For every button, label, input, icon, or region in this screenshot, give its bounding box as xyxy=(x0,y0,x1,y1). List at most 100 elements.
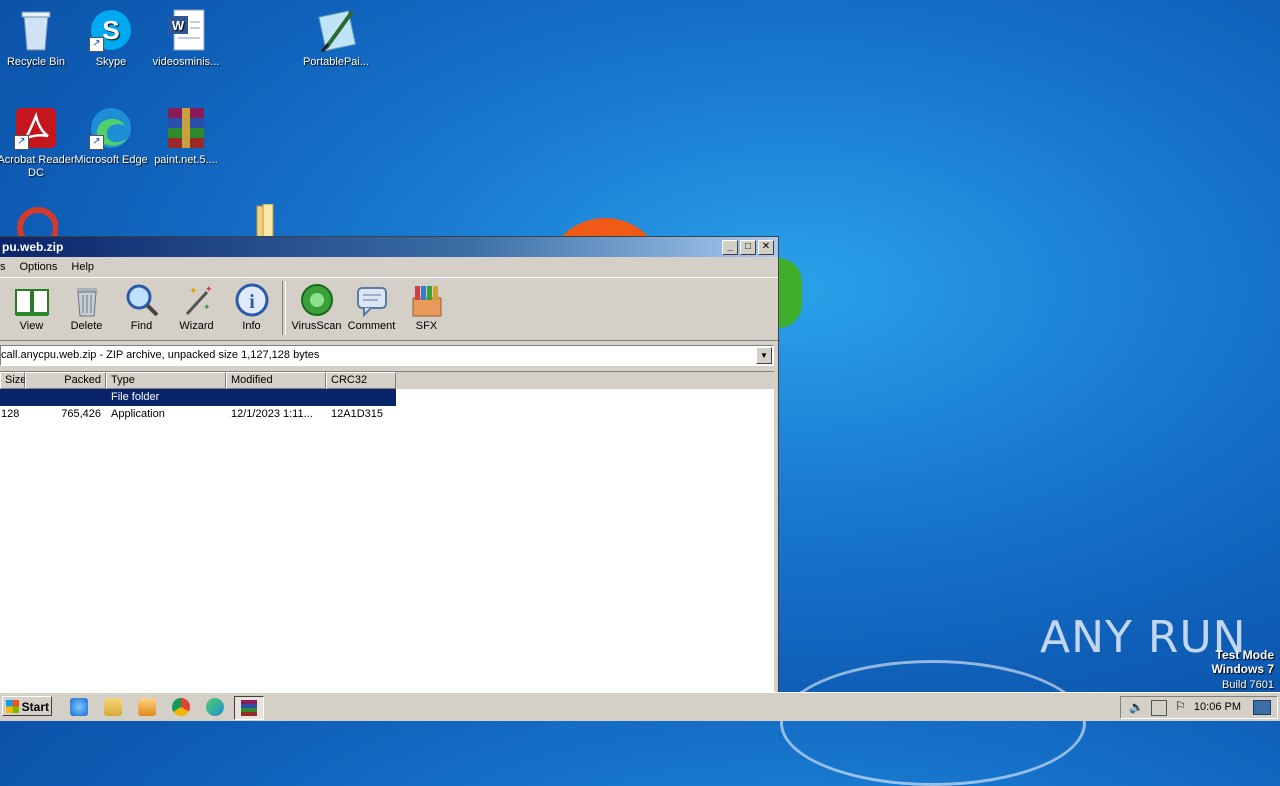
desktop-icon-word-doc[interactable]: W videosminis... xyxy=(147,8,225,69)
table-row[interactable]: File folder xyxy=(0,389,396,406)
file-list: Size Packed Type Modified CRC32 File fol… xyxy=(0,371,774,692)
windows-version-text: Windows 7 xyxy=(1211,662,1274,676)
sfx-button[interactable]: SFX xyxy=(399,278,454,332)
menu-item-help[interactable]: Help xyxy=(71,257,94,277)
wizard-button[interactable]: ✦ ✦ ✦ Wizard xyxy=(169,278,224,332)
system-tray: 🔈 ⚐ 10:06 PM xyxy=(1120,696,1278,719)
toolbar: View Delete Find ✦ ✦ ✦ Wizard i Info Vir… xyxy=(0,277,778,341)
cell-type: Application xyxy=(111,408,165,420)
archive-path-text: call.anycpu.web.zip - ZIP archive, unpac… xyxy=(1,349,320,361)
svg-text:✦: ✦ xyxy=(203,303,211,313)
desktop-icon-acrobat[interactable]: ↗ Acrobat Reader DC xyxy=(0,106,75,180)
clock[interactable]: 10:06 PM xyxy=(1194,699,1241,716)
winrar-icon xyxy=(241,700,257,716)
winrar-taskbar-button[interactable] xyxy=(234,696,264,720)
chrome-icon[interactable] xyxy=(172,698,190,716)
magnifier-icon xyxy=(124,282,160,318)
info-button[interactable]: i Info xyxy=(224,278,279,332)
cell-type: File folder xyxy=(111,391,160,403)
sfx-label: SFX xyxy=(415,320,438,332)
magic-wand-icon: ✦ ✦ ✦ xyxy=(179,282,215,318)
portable-paint-icon xyxy=(314,8,358,53)
desktop-icon-portable-paint[interactable]: PortablePai... xyxy=(297,8,375,69)
wallpaper-logo-green xyxy=(778,258,802,328)
maximize-button[interactable]: □ xyxy=(740,240,756,255)
delete-label: Delete xyxy=(70,320,103,332)
cell-packed: 765,426 xyxy=(61,408,101,420)
archive-path-combobox[interactable]: call.anycpu.web.zip - ZIP archive, unpac… xyxy=(0,345,774,366)
virusscan-button[interactable]: VirusScan xyxy=(289,278,344,332)
show-desktop-icon[interactable] xyxy=(1253,700,1271,715)
desktop-icon-partial[interactable] xyxy=(0,204,75,236)
recycle-bin-icon xyxy=(14,8,58,52)
desktop-icon-label: Microsoft Edge xyxy=(74,154,148,166)
view-button[interactable]: View xyxy=(4,278,59,332)
desktop-icon-label: Skype xyxy=(95,56,127,68)
toolbar-separator xyxy=(282,281,286,335)
start-label: Start xyxy=(21,700,49,714)
build-text: Build 7601 xyxy=(1222,679,1274,691)
window-titlebar[interactable]: pu.web.zip _ □ ✕ xyxy=(0,237,778,257)
comment-button[interactable]: Comment xyxy=(344,278,399,332)
trash-can-icon xyxy=(69,282,105,318)
desktop-icon-folder-partial[interactable] xyxy=(218,204,296,236)
cell-modified xyxy=(226,389,326,406)
bug-icon xyxy=(299,282,335,318)
svg-text:W: W xyxy=(172,18,185,33)
minimize-button[interactable]: _ xyxy=(722,240,738,255)
find-label: Find xyxy=(130,320,153,332)
column-crc32[interactable]: CRC32 xyxy=(326,372,396,389)
sfx-box-icon xyxy=(409,282,445,318)
file-explorer-icon[interactable] xyxy=(104,698,122,716)
winrar-window: pu.web.zip _ □ ✕ s Options Help View Del… xyxy=(0,236,779,694)
cell-size: 128 xyxy=(1,408,20,420)
book-icon xyxy=(14,282,50,318)
edge-icon: ↗ xyxy=(89,106,133,150)
media-player-icon[interactable] xyxy=(138,698,156,716)
ccleaner-icon xyxy=(14,204,58,236)
skype-icon: S ↗ xyxy=(89,8,133,52)
cell-modified: 12/1/2023 1:11... xyxy=(231,408,313,420)
svg-text:i: i xyxy=(249,291,255,313)
column-packed[interactable]: Packed xyxy=(25,372,106,389)
desktop-icon-edge[interactable]: ↗ Microsoft Edge xyxy=(72,106,150,167)
view-label: View xyxy=(19,320,44,332)
file-list-header: Size Packed Type Modified CRC32 xyxy=(0,372,774,389)
table-row[interactable]: 128 765,426 Application 12/1/2023 1:11..… xyxy=(0,406,774,423)
test-mode-text: Test Mode xyxy=(1215,648,1274,662)
desktop-icon-label: Acrobat Reader DC xyxy=(0,154,75,179)
column-type[interactable]: Type xyxy=(106,372,226,389)
svg-text:✦: ✦ xyxy=(189,286,197,297)
desktop-icon-label: PortablePai... xyxy=(302,56,370,68)
info-label: Info xyxy=(242,320,261,332)
desktop-icon-recycle-bin[interactable]: Recycle Bin xyxy=(0,8,75,69)
start-button[interactable]: Start xyxy=(2,696,52,716)
close-button[interactable]: ✕ xyxy=(758,240,774,255)
internet-explorer-icon[interactable] xyxy=(70,698,88,716)
find-button[interactable]: Find xyxy=(114,278,169,332)
word-document-icon: W xyxy=(164,8,208,52)
svg-text:✦: ✦ xyxy=(205,285,213,295)
edge-taskbar-icon[interactable] xyxy=(206,698,224,716)
wallpaper-streak xyxy=(780,660,1086,786)
action-center-flag-icon[interactable]: ⚐ xyxy=(1175,699,1186,713)
cell-size xyxy=(0,389,25,406)
desktop-icon-skype[interactable]: S ↗ Skype xyxy=(72,8,150,69)
comment-icon xyxy=(354,282,390,318)
chevron-down-icon[interactable]: ▼ xyxy=(756,347,772,364)
cell-crc32: 12A1D315 xyxy=(331,408,383,420)
menu-item-commands[interactable]: s xyxy=(0,257,6,277)
menu-item-options[interactable]: Options xyxy=(20,257,58,277)
acrobat-reader-icon: ↗ xyxy=(14,106,58,150)
column-modified[interactable]: Modified xyxy=(226,372,326,389)
winrar-archive-icon xyxy=(164,106,208,150)
volume-icon[interactable]: 🔈 xyxy=(1129,700,1144,714)
desktop-icon-winrar-archive[interactable]: paint.net.5.... xyxy=(147,106,225,167)
delete-button[interactable]: Delete xyxy=(59,278,114,332)
folder-icon xyxy=(235,204,279,236)
desktop-icon-label: Recycle Bin xyxy=(6,56,66,68)
comment-label: Comment xyxy=(347,320,396,332)
network-icon[interactable] xyxy=(1151,700,1167,716)
desktop-icon-label: paint.net.5.... xyxy=(154,154,218,166)
column-size[interactable]: Size xyxy=(0,372,26,389)
